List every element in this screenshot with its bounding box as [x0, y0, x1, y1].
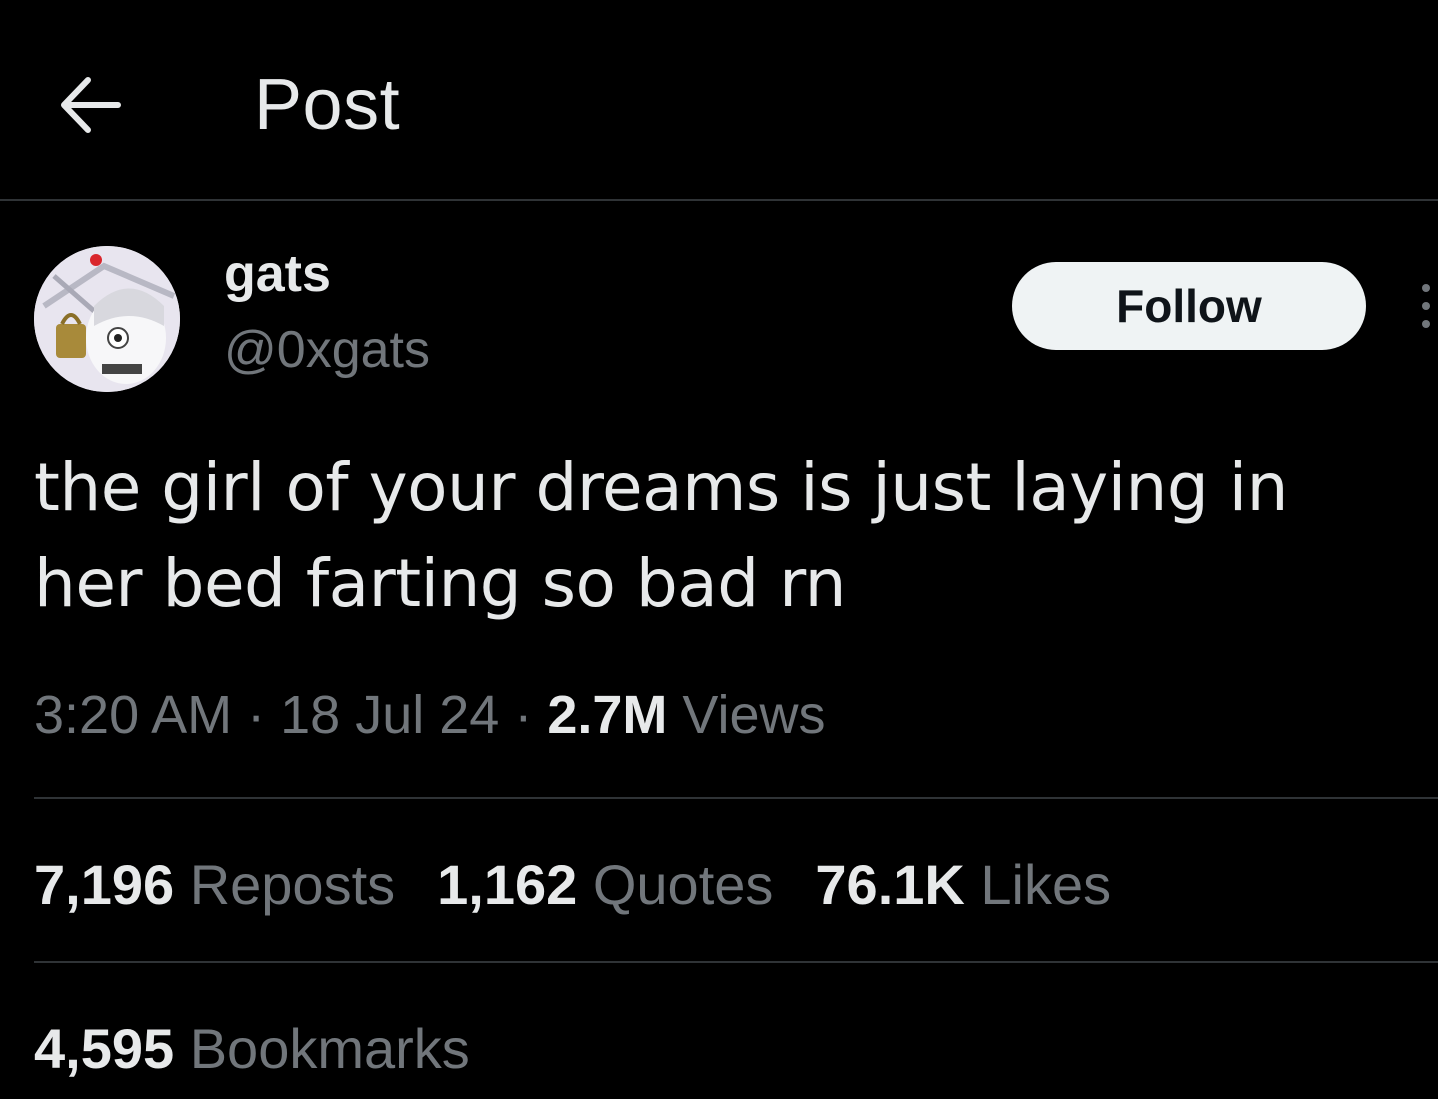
more-options-button[interactable]	[1414, 282, 1438, 332]
meta-separator: ·	[247, 685, 266, 745]
author-handle[interactable]: @0xgats	[224, 320, 430, 380]
tweet-time[interactable]: 3:20 AM	[34, 685, 232, 745]
back-button[interactable]	[52, 70, 132, 140]
likes-count: 76.1K	[815, 853, 965, 916]
top-header: Post	[0, 0, 1438, 200]
more-dot	[1422, 284, 1430, 292]
bookmarks-count: 4,595	[34, 1017, 175, 1080]
reposts-count: 7,196	[34, 853, 175, 916]
tweet-meta: 3:20 AM · 18 Jul 24 · 2.7M Views	[34, 684, 825, 746]
avatar[interactable]	[34, 246, 180, 392]
follow-button[interactable]: Follow	[1012, 262, 1366, 350]
likes-stat[interactable]: 76.1K Likes	[815, 852, 1111, 917]
arrow-left-icon	[61, 77, 121, 133]
engagement-stats: 7,196 Reposts 1,162 Quotes 76.1K Likes	[34, 852, 1153, 917]
meta-divider	[34, 797, 1438, 799]
meta-separator: ·	[514, 685, 533, 745]
tweet-date[interactable]: 18 Jul 24	[280, 685, 499, 745]
quotes-stat[interactable]: 1,162 Quotes	[437, 852, 773, 917]
stats-divider	[34, 961, 1438, 963]
quotes-label: Quotes	[592, 853, 774, 916]
page-title: Post	[254, 65, 401, 145]
tweet-text-line: her bed farting so bad rn	[34, 545, 846, 622]
quotes-count: 1,162	[437, 853, 578, 916]
tweet-text-line: the girl of your dreams is just laying i…	[34, 449, 1288, 526]
more-dot	[1422, 320, 1430, 328]
header-divider	[0, 199, 1438, 201]
reposts-label: Reposts	[189, 853, 396, 916]
author-display-name[interactable]: gats	[224, 244, 331, 304]
bookmarks-label: Bookmarks	[189, 1017, 470, 1080]
views-label: Views	[682, 685, 826, 745]
bookmarks-stat[interactable]: 4,595 Bookmarks	[34, 1016, 470, 1081]
views-count: 2.7M	[547, 685, 668, 745]
avatar-image	[34, 246, 180, 392]
tweet-text: the girl of your dreams is just laying i…	[34, 440, 1394, 632]
likes-label: Likes	[980, 853, 1112, 916]
more-dot	[1422, 302, 1430, 310]
reposts-stat[interactable]: 7,196 Reposts	[34, 852, 395, 917]
